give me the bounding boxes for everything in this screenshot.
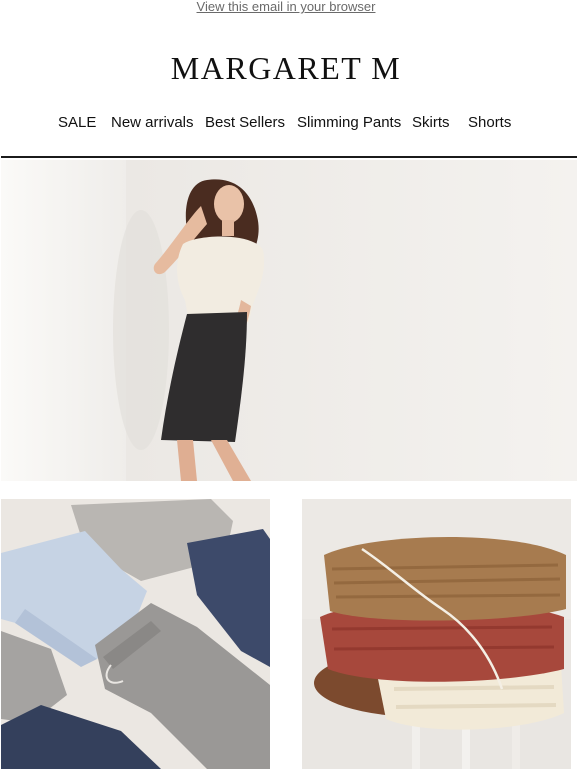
nav-item-best-sellers[interactable]: Best Sellers xyxy=(205,114,285,132)
hero-image[interactable] xyxy=(1,160,577,481)
hero-illustration xyxy=(1,160,577,481)
product-tile-right[interactable] xyxy=(302,499,571,769)
nav-item-sale[interactable]: SALE xyxy=(58,114,96,132)
header-divider xyxy=(1,156,577,158)
lounge-pants-image xyxy=(1,499,270,769)
view-in-browser-link[interactable]: View this email in your browser xyxy=(0,0,572,14)
main-nav: SALE New arrivals Best Sellers Slimming … xyxy=(0,114,580,134)
nav-item-new-arrivals[interactable]: New arrivals xyxy=(111,114,194,132)
nav-item-skirts[interactable]: Skirts xyxy=(412,114,450,132)
knit-stack-image xyxy=(302,499,571,769)
nav-item-shorts[interactable]: Shorts xyxy=(468,114,511,132)
brand-logo[interactable]: MARGARET M xyxy=(0,50,572,86)
product-tile-left[interactable] xyxy=(1,499,270,769)
nav-item-slimming-pants[interactable]: Slimming Pants xyxy=(297,114,401,132)
